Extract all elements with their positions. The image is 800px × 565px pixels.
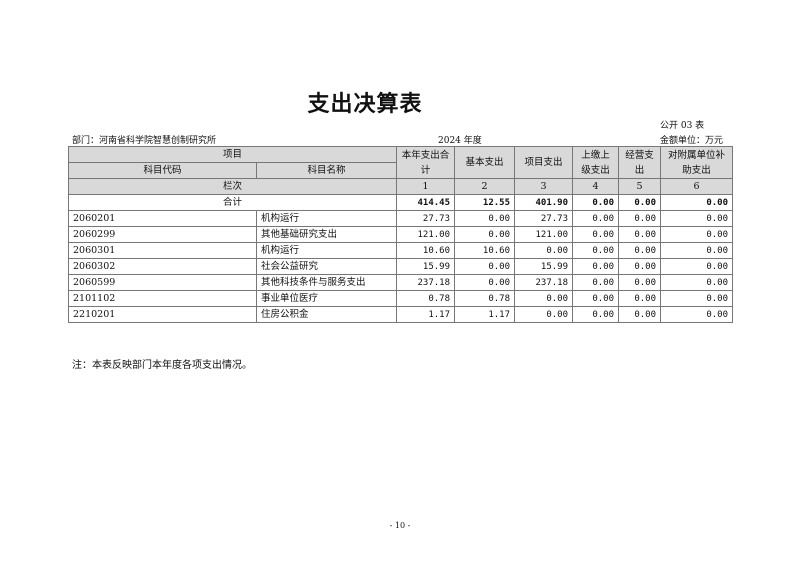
subject-code: 2060599 xyxy=(68,274,257,291)
amount-cell: 0.00 xyxy=(572,242,620,259)
amount-cell: 0.00 xyxy=(660,226,734,243)
table-row: 2060301 机构运行 10.60 10.60 0.00 0.00 0.00 0.00 xyxy=(68,242,734,259)
amount-cell: 0.00 xyxy=(454,274,516,291)
subject-code: 2060302 xyxy=(68,258,257,275)
subject-name: 机构运行 xyxy=(255,242,398,259)
total-row: 合计 414.45 12.55 401.90 0.00 0.00 0.00 xyxy=(67,194,734,211)
amount-cell: 0.78 xyxy=(454,290,516,307)
amount-cell: 0.00 xyxy=(660,290,734,307)
index-cell: 5 xyxy=(618,178,662,195)
index-label: 栏次 xyxy=(67,178,398,195)
header-row-1: 项目 本年支出合计 基本支出 项目支出 上缴上级支出 经营支出 对附属单位补助支… xyxy=(67,146,734,179)
amount-cell: 0.00 xyxy=(618,242,662,259)
subject-name: 其他基础研究支出 xyxy=(255,226,398,243)
expenditure-table: 项目 本年支出合计 基本支出 项目支出 上缴上级支出 经营支出 对附属单位补助支… xyxy=(67,146,734,323)
page-number: - 10 - xyxy=(389,521,411,530)
year-label: 2024 年度 xyxy=(438,136,482,146)
header-subsidiary: 对附属单位补助支出 xyxy=(660,146,734,179)
amount-cell: 0.00 xyxy=(660,210,734,227)
amount-cell: 0.00 xyxy=(660,242,734,259)
header-business: 经营支出 xyxy=(618,146,662,179)
subject-code: 2210201 xyxy=(68,306,257,323)
amount-cell: 0.00 xyxy=(514,242,574,259)
header-name: 科目名称 xyxy=(255,162,398,179)
amount-cell: 0.78 xyxy=(396,290,456,307)
total-cell: 12.55 xyxy=(454,194,516,211)
total-cell: 0.00 xyxy=(660,194,734,211)
amount-cell: 0.00 xyxy=(454,210,516,227)
amount-cell: 0.00 xyxy=(618,290,662,307)
index-row: 栏次 1 2 3 4 5 6 xyxy=(67,178,734,195)
subject-name: 社会公益研究 xyxy=(255,258,398,275)
subject-name: 机构运行 xyxy=(255,210,398,227)
amount-cell: 0.00 xyxy=(618,226,662,243)
amount-cell: 0.00 xyxy=(572,274,620,291)
table-row: 2210201 住房公积金 1.17 1.17 0.00 0.00 0.00 0.00 xyxy=(68,306,734,323)
amount-cell: 121.00 xyxy=(396,226,456,243)
amount-cell: 15.99 xyxy=(514,258,574,275)
amount-cell: 237.18 xyxy=(396,274,456,291)
index-cell: 2 xyxy=(454,178,516,195)
amount-cell: 0.00 xyxy=(660,306,734,323)
amount-cell: 10.60 xyxy=(454,242,516,259)
subject-code: 2101102 xyxy=(68,290,257,307)
table-row: 2060302 社会公益研究 15.99 0.00 15.99 0.00 0.00 0.00 xyxy=(68,258,734,275)
table-row: 2060599 其他科技条件与服务支出 237.18 0.00 237.18 0.00 0.… xyxy=(68,274,734,291)
total-cell: 0.00 xyxy=(572,194,620,211)
amount-cell: 0.00 xyxy=(572,306,620,323)
subject-name: 其他科技条件与服务支出 xyxy=(255,274,398,291)
table-row: 2060299 其他基础研究支出 121.00 0.00 121.00 0.00 0.00 0… xyxy=(68,226,734,243)
subject-name: 住房公积金 xyxy=(255,306,398,323)
header-total: 本年支出合计 xyxy=(396,146,456,179)
amount-cell: 15.99 xyxy=(396,258,456,275)
amount-cell: 0.00 xyxy=(514,306,574,323)
amount-cell: 0.00 xyxy=(572,210,620,227)
amount-cell: 0.00 xyxy=(454,258,516,275)
header-code: 科目代码 xyxy=(68,162,257,179)
amount-cell: 27.73 xyxy=(396,210,456,227)
amount-cell: 237.18 xyxy=(514,274,574,291)
amount-cell: 0.00 xyxy=(572,226,620,243)
header-item: 项目 xyxy=(67,146,398,163)
subject-name: 事业单位医疗 xyxy=(255,290,398,307)
amount-cell: 121.00 xyxy=(514,226,574,243)
header-basic: 基本支出 xyxy=(454,146,516,179)
amount-cell: 0.00 xyxy=(514,290,574,307)
total-cell: 414.45 xyxy=(396,194,456,211)
header-upper: 上缴上级支出 xyxy=(572,146,620,179)
amount-cell: 0.00 xyxy=(572,258,620,275)
amount-cell: 0.00 xyxy=(660,274,734,291)
total-cell: 0.00 xyxy=(618,194,662,211)
table-row: 2101102 事业单位医疗 0.78 0.78 0.00 0.00 0.00 0.00 xyxy=(68,290,734,307)
amount-cell: 1.17 xyxy=(396,306,456,323)
subject-code: 2060201 xyxy=(68,210,257,227)
amount-unit-label: 金额单位：万元 xyxy=(660,136,724,146)
amount-cell: 0.00 xyxy=(618,274,662,291)
amount-cell: 0.00 xyxy=(454,226,516,243)
page-title: 支出决算表 xyxy=(307,91,423,117)
amount-cell: 0.00 xyxy=(572,290,620,307)
amount-cell: 0.00 xyxy=(618,210,662,227)
index-cell: 1 xyxy=(396,178,456,195)
amount-cell: 0.00 xyxy=(660,258,734,275)
subject-code: 2060299 xyxy=(68,226,257,243)
amount-cell: 1.17 xyxy=(454,306,516,323)
amount-cell: 0.00 xyxy=(618,258,662,275)
total-cell: 401.90 xyxy=(514,194,574,211)
department-label: 部门：河南省科学院智慧创制研究所 xyxy=(72,136,217,146)
amount-cell: 0.00 xyxy=(618,306,662,323)
amount-cell: 10.60 xyxy=(396,242,456,259)
index-cell: 4 xyxy=(572,178,620,195)
subject-code: 2060301 xyxy=(68,242,257,259)
form-number: 公开 03 表 xyxy=(660,121,705,131)
table-note: 注：本表反映部门本年度各项支出情况。 xyxy=(72,360,252,371)
header-project: 项目支出 xyxy=(514,146,574,179)
total-label: 合计 xyxy=(67,194,398,211)
index-cell: 6 xyxy=(660,178,734,195)
table-row: 2060201 机构运行 27.73 0.00 27.73 0.00 0.00 0.00 xyxy=(68,210,734,227)
amount-cell: 27.73 xyxy=(514,210,574,227)
index-cell: 3 xyxy=(514,178,574,195)
